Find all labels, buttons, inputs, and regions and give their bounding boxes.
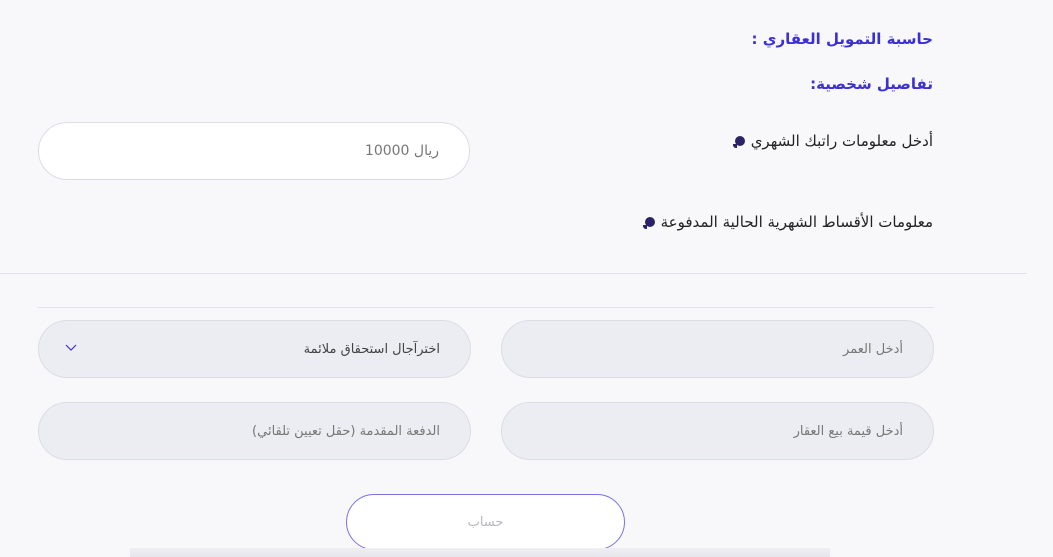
property-price-input[interactable]: أدخل قيمة بيع العقار bbox=[501, 402, 934, 460]
info-icon[interactable] bbox=[732, 136, 745, 148]
salary-label-text: أدخل معلومات راتبك الشهري bbox=[750, 132, 933, 150]
installments-label-text: معلومات الأقساط الشهرية الحالية المدفوعة bbox=[660, 213, 933, 231]
maturity-select-value: اخترآجال استحقاق ملائمة bbox=[303, 341, 440, 357]
down-payment-placeholder: الدفعة المقدمة (حقل تعيين تلقائي) bbox=[252, 423, 440, 439]
age-input-placeholder: أدخل العمر bbox=[843, 341, 903, 357]
page-title: حاسبة التمويل العقاري : bbox=[751, 30, 933, 48]
section-title-personal-details: تفاصيل شخصية: bbox=[810, 75, 933, 93]
age-input[interactable]: أدخل العمر bbox=[501, 320, 934, 378]
down-payment-input[interactable]: الدفعة المقدمة (حقل تعيين تلقائي) bbox=[38, 402, 471, 460]
property-price-placeholder: أدخل قيمة بيع العقار bbox=[793, 423, 903, 439]
installments-label: معلومات الأقساط الشهرية الحالية المدفوعة bbox=[642, 213, 933, 231]
calculate-button-label: حساب bbox=[467, 514, 504, 530]
salary-input-value: ريال 10000 bbox=[364, 143, 439, 159]
info-icon[interactable] bbox=[642, 217, 655, 229]
mortgage-calculator-page: حاسبة التمويل العقاري : تفاصيل شخصية: أد… bbox=[0, 0, 1053, 557]
chevron-down-icon bbox=[65, 344, 77, 351]
calculate-button[interactable]: حساب bbox=[346, 494, 625, 550]
salary-label: أدخل معلومات راتبك الشهري bbox=[732, 132, 933, 150]
salary-input[interactable]: ريال 10000 bbox=[38, 122, 470, 180]
footer-shadow bbox=[130, 548, 830, 557]
maturity-select[interactable]: اخترآجال استحقاق ملائمة bbox=[38, 320, 471, 378]
divider bbox=[38, 307, 934, 308]
divider bbox=[0, 273, 1027, 274]
